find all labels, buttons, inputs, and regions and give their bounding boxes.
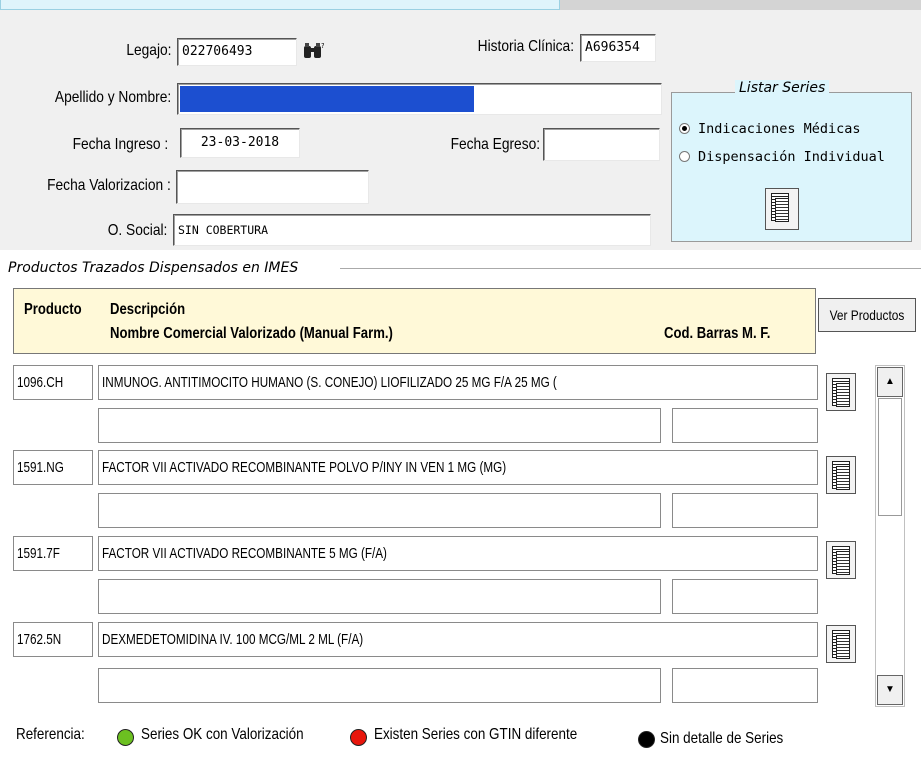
row2-nombre-comercial[interactable] [98,493,661,528]
header-producto: Producto [24,301,82,318]
fecha-egreso-field[interactable] [543,128,660,161]
listar-print-document-icon[interactable] [765,188,799,230]
header-nombre-comercial: Nombre Comercial Valorizado (Manual Farm… [110,325,393,342]
row4-description: DEXMEDETOMIDINA IV. 100 MCG/ML 2 ML (F/A… [98,622,818,657]
historia-field[interactable]: A696354 [580,34,656,62]
row1-nombre-comercial[interactable] [98,408,661,443]
historia-label: Historia Clínica: [477,38,574,55]
green-status-dot-icon [117,729,134,746]
fecha-ingreso-label: Fecha Ingreso : [72,136,168,153]
section-divider [340,268,921,269]
fecha-ingreso-field[interactable]: 23-03-2018 [180,128,300,158]
legend-ok: Series OK con Valorización [141,726,304,743]
binoculars-icon[interactable]: ? [302,40,325,62]
black-status-dot-icon [638,731,655,748]
row1-cod-barras[interactable] [672,408,818,443]
products-table-header: Producto Descripción Nombre Comercial Va… [13,288,816,354]
row4-cod-barras[interactable] [672,668,818,703]
radio-dispensacion[interactable] [679,151,690,162]
legajo-field[interactable]: 022706493 [177,38,297,66]
radio-dispensacion-label[interactable]: Dispensación Individual [698,149,885,165]
radio-indicaciones[interactable] [679,123,690,134]
legend-gtin: Existen Series con GTIN diferente [374,726,578,743]
red-status-dot-icon [350,729,367,746]
row3-nombre-comercial[interactable] [98,579,661,614]
scroll-up-arrow-icon[interactable]: ▲ [877,367,903,397]
row3-description: FACTOR VII ACTIVADO RECOMBINANTE 5 MG (F… [98,536,818,571]
apellido-label: Apellido y Nombre: [54,89,171,106]
row2-description: FACTOR VII ACTIVADO RECOMBINANTE POLVO P… [98,450,818,485]
fecha-egreso-label: Fecha Egreso: [450,136,540,153]
productos-section-title: Productos Trazados Dispensados en IMES [8,260,303,276]
title-bar [0,0,560,10]
fecha-valorizacion-field[interactable] [176,170,369,204]
svg-text:?: ? [321,42,324,50]
header-descripcion: Descripción [110,301,186,318]
row2-cod-barras[interactable] [672,493,818,528]
header-cod-barras: Cod. Barras M. F. [664,325,771,342]
row1-code: 1096.CH [13,365,93,400]
ver-productos-button[interactable]: Ver Productos [818,298,916,332]
row3-document-icon[interactable] [826,541,856,579]
row3-code: 1591.7F [13,536,93,571]
row2-code: 1591.NG [13,450,93,485]
referencia-label: Referencia: [16,726,85,743]
row2-document-icon[interactable] [826,456,856,494]
legend-sin-detalle: Sin detalle de Series [660,730,784,747]
row4-code: 1762.5N [13,622,93,657]
name-highlight [180,86,474,112]
legajo-label: Legajo: [125,42,171,59]
listar-series-title: Listar Series [735,80,830,96]
osocial-field[interactable]: SIN COBERTURA [173,214,651,246]
row3-cod-barras[interactable] [672,579,818,614]
scrollbar-thumb[interactable] [878,398,902,516]
row1-document-icon[interactable] [826,373,856,411]
row1-description: INMUNOG. ANTITIMOCITO HUMANO (S. CONEJO)… [98,365,818,400]
apellido-field[interactable] [177,83,662,115]
row4-nombre-comercial[interactable] [98,668,661,703]
radio-indicaciones-label[interactable]: Indicaciones Médicas [698,121,861,137]
scroll-down-arrow-icon[interactable]: ▼ [877,675,903,705]
fecha-valorizacion-label: Fecha Valorizacion : [47,177,171,194]
osocial-label: O. Social: [107,222,167,239]
title-bar-gap [560,0,921,10]
row4-document-icon[interactable] [826,625,856,663]
